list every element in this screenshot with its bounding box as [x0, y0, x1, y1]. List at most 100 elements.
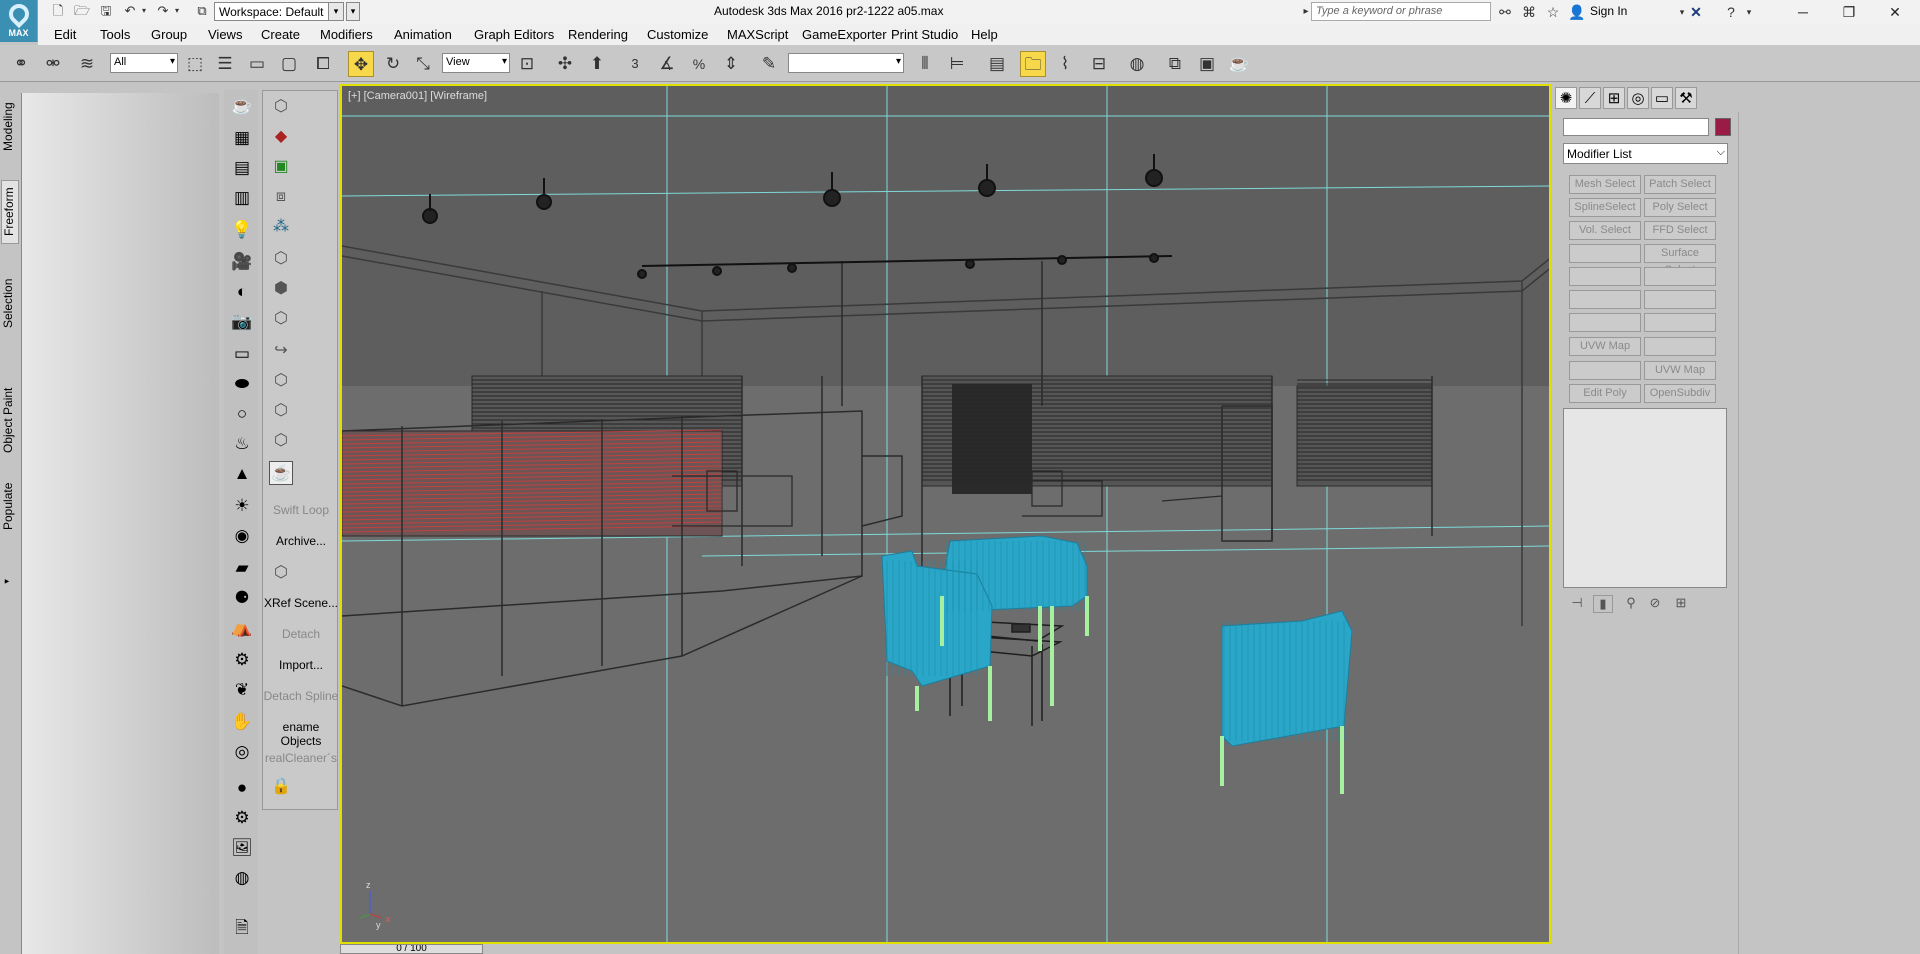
rectangle-shape-icon[interactable]: ▭ [230, 342, 254, 366]
named-selection-dropdown[interactable] [788, 53, 904, 73]
modifier-button[interactable] [1644, 267, 1716, 286]
configure-modifier-sets-icon[interactable]: ⊞ [1671, 595, 1691, 613]
settings-sphere-icon[interactable]: ⚙ [230, 806, 254, 830]
tab-motion-icon[interactable]: ◎ [1627, 87, 1649, 109]
time-slider[interactable]: 0 / 100 [340, 944, 483, 954]
paint-ball-icon[interactable]: ⚈ [230, 586, 254, 610]
selection-filter-dropdown[interactable]: All [110, 53, 178, 73]
tab-modify-icon[interactable]: ⟋ [1579, 87, 1601, 109]
modifier-button[interactable] [1569, 290, 1641, 309]
modifier-button[interactable]: Patch Select [1644, 175, 1716, 194]
binoculars-icon[interactable]: ⚯ [1496, 3, 1514, 21]
teapot-toggle-icon[interactable]: ☕ [269, 461, 293, 485]
light-bulb-icon[interactable]: 💡 [230, 218, 254, 242]
exchange-apps-icon[interactable]: ✕ [1687, 3, 1705, 21]
tab-modeling[interactable]: Modeling [1, 96, 19, 158]
box-minus-icon[interactable]: ⬡ [269, 369, 293, 393]
modifier-button[interactable]: Edit Poly [1569, 384, 1641, 403]
mirror-icon[interactable]: ⫴ [912, 51, 938, 77]
menu-animation[interactable]: Animation [394, 27, 452, 42]
import-button[interactable]: Import... [263, 658, 339, 672]
detach-button[interactable]: Detach [263, 627, 339, 641]
tab-object-paint[interactable]: Object Paint [1, 380, 19, 460]
modifier-button[interactable]: UVW Map [1644, 361, 1716, 380]
menu-group[interactable]: Group [151, 27, 187, 42]
tent-icon[interactable]: ⛺ [230, 616, 254, 640]
particles-icon[interactable]: ⁂ [269, 215, 293, 239]
camera-viewport[interactable]: [+] [Camera001] [Wireframe] z y x [340, 84, 1551, 944]
box-shaded-icon[interactable]: ⬢ [269, 277, 293, 301]
favorites-star-icon[interactable]: ☆ [1544, 3, 1562, 21]
modifier-button[interactable]: SplineSelect [1569, 198, 1641, 217]
save-file-icon[interactable]: 🖫 [98, 3, 114, 19]
select-and-rotate-icon[interactable]: ↻ [380, 51, 406, 77]
close-window-button[interactable]: ✕ [1872, 0, 1918, 24]
lock-icon[interactable]: 🔒 [269, 775, 293, 799]
image-viewer-icon[interactable]: ▦ [230, 126, 254, 150]
object-name-input[interactable] [1563, 118, 1709, 136]
tab-freeform[interactable]: Freeform [1, 180, 19, 244]
modifier-button[interactable] [1644, 337, 1716, 356]
xref-scene-button[interactable]: XRef Scene... [263, 596, 339, 610]
material-editor-icon[interactable]: ◍ [1124, 51, 1150, 77]
menu-customize[interactable]: Customize [647, 27, 708, 42]
rename-objects-button[interactable]: ename Objects [263, 720, 339, 748]
remove-modifier-icon[interactable]: ⊘ [1645, 595, 1665, 613]
modifier-button[interactable]: Mesh Select [1569, 175, 1641, 194]
plant-icon[interactable]: ❦ [230, 678, 254, 702]
wireframe-scene[interactable]: z y x [342, 86, 1551, 944]
ref-coord-dropdown[interactable]: View [442, 53, 510, 73]
help-dropdown-icon[interactable]: ▾ [1740, 3, 1758, 21]
angle-snap-icon[interactable]: ∡ [654, 51, 680, 77]
subscription-icon[interactable]: ⌘ [1520, 3, 1538, 21]
modifier-button[interactable]: UVW Map [1569, 337, 1641, 356]
search-input[interactable]: Type a keyword or phrase [1311, 2, 1491, 21]
modifier-button[interactable]: Surface Select [1644, 244, 1716, 276]
layer-explorer-icon[interactable]: 🗀 [1020, 51, 1046, 77]
sphere-icon[interactable]: ◍ [230, 866, 254, 890]
rect-selection-region-icon[interactable]: ▭ [244, 51, 270, 77]
hand-icon[interactable]: ✋ [230, 710, 254, 734]
disc-icon[interactable]: ◉ [230, 524, 254, 548]
modifier-button[interactable] [1644, 313, 1716, 332]
workspace-dropdown[interactable]: Workspace: Default [214, 2, 344, 21]
modifier-button[interactable] [1569, 244, 1641, 263]
select-object-icon[interactable]: ⬚ [182, 51, 208, 77]
menu-create[interactable]: Create [261, 27, 300, 42]
ribbon-expand-icon[interactable]: ◂ [1, 574, 19, 588]
teapot-icon[interactable]: ☕ [230, 94, 254, 118]
spinner-snap-icon[interactable]: ⇕ [718, 51, 744, 77]
real-cleaner-button[interactable]: realCleaner´s [263, 751, 339, 765]
table-icon[interactable]: ▥ [230, 186, 254, 210]
tab-hierarchy-icon[interactable]: ⊞ [1603, 87, 1625, 109]
render-setup-icon[interactable]: ⧉ [1162, 51, 1188, 77]
align-icon[interactable]: ⊨ [944, 51, 970, 77]
undo-dropdown-icon[interactable]: ▾ [136, 3, 152, 19]
show-end-result-icon[interactable]: ▮ [1593, 595, 1613, 613]
modifier-list-dropdown[interactable]: Modifier List ⌵ [1563, 143, 1728, 164]
render-box-icon[interactable]: ⧈ [269, 185, 293, 209]
archive-button[interactable]: Archive... [263, 534, 339, 548]
calculator-icon[interactable]: ▤ [230, 156, 254, 180]
bind-space-warp-icon[interactable]: ≋ [74, 51, 100, 77]
modifier-button[interactable] [1569, 313, 1641, 332]
image-folder-icon[interactable]: 🖼 [230, 836, 254, 860]
workspace-menu-icon[interactable]: ▾ [346, 2, 360, 21]
tab-populate[interactable]: Populate [1, 476, 19, 536]
stairs-icon[interactable]: ▰ [230, 556, 254, 580]
circle-shape-icon[interactable]: ○ [230, 402, 254, 426]
blob-shape-icon[interactable]: ⬬ [230, 372, 254, 396]
camera-icon[interactable]: 🎥 [230, 250, 254, 274]
keyboard-shortcut-override-icon[interactable]: ⬆ [584, 51, 610, 77]
project-folder-icon[interactable]: ⧉ [194, 3, 210, 19]
modifier-button[interactable]: Poly Select [1644, 198, 1716, 217]
menu-graph-editors[interactable]: Graph Editors [474, 27, 554, 42]
box-icon[interactable]: ⬡ [269, 95, 293, 119]
unlink-icon[interactable]: ⚮ [40, 51, 66, 77]
manipulate-icon[interactable]: ✣ [552, 51, 578, 77]
modifier-button[interactable] [1569, 267, 1641, 286]
menu-maxscript[interactable]: MAXScript [727, 27, 788, 42]
box-link-icon[interactable]: ⬡ [269, 429, 293, 453]
rendered-frame-window-icon[interactable]: ▣ [1194, 51, 1220, 77]
pin-stack-icon[interactable]: ⊣ [1567, 595, 1587, 613]
